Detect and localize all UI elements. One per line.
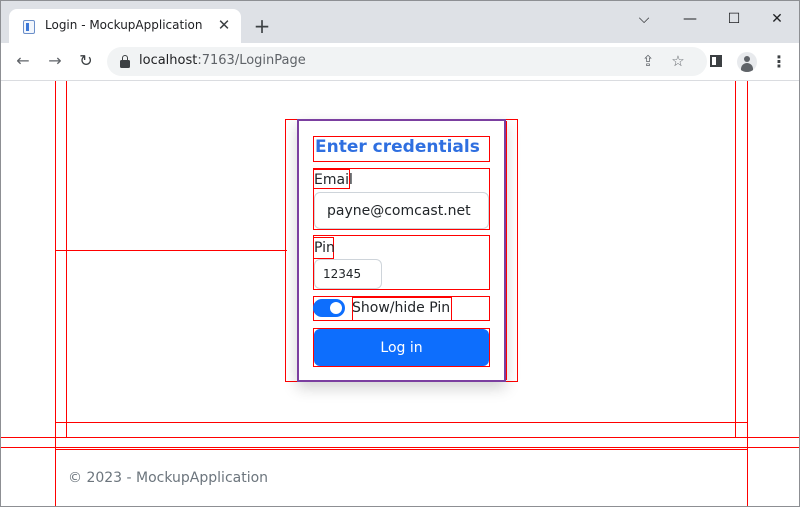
tab-title: Login - MockupApplication (45, 18, 203, 32)
address-bar[interactable]: localhost:7163/LoginPage ⇪ ☆ (107, 47, 707, 76)
close-window-button[interactable]: ✕ (762, 7, 792, 31)
profile-avatar-icon[interactable] (737, 52, 757, 72)
new-tab-button[interactable]: + (252, 16, 272, 36)
browser-tab-login[interactable]: Login - MockupApplication ✕ (9, 9, 241, 43)
menu-kebab-icon[interactable]: ⋮ (771, 51, 787, 73)
reload-icon[interactable]: ↻ (75, 50, 97, 72)
side-panel-icon[interactable] (710, 55, 722, 67)
layout-outline (66, 81, 67, 437)
page-favicon-icon (23, 20, 35, 34)
login-heading: Enter credentials (315, 137, 480, 157)
minimize-window-button[interactable]: — (675, 7, 705, 31)
tab-search-dropdown-icon[interactable]: ⌵ (629, 7, 659, 31)
layout-outline (55, 81, 56, 506)
footer-copyright: © 2023 - MockupApplication (68, 470, 269, 486)
show-pin-label[interactable]: Show/hide Pin (352, 300, 450, 316)
layout-outline (313, 328, 490, 367)
layout-outline (1, 437, 799, 438)
pin-label: Pin (314, 240, 335, 256)
lock-icon[interactable] (120, 55, 130, 68)
layout-outline (517, 119, 518, 382)
email-label: Email (314, 172, 353, 188)
restore-window-button[interactable]: ☐ (719, 7, 749, 31)
share-icon[interactable]: ⇪ (637, 50, 659, 72)
layout-outline (506, 121, 507, 380)
layout-outline (55, 449, 748, 450)
layout-outline (55, 250, 287, 251)
page-content: Enter credentials Email Pin Show/hide Pi… (1, 81, 799, 506)
tab-strip: Login - MockupApplication ✕ + ⌵ — ☐ ✕ (1, 1, 799, 43)
tab-close-icon[interactable]: ✕ (216, 17, 232, 33)
toggle-knob (330, 302, 342, 314)
show-pin-toggle[interactable] (313, 299, 345, 317)
browser-toolbar: ← → ↻ localhost:7163/LoginPage ⇪ ☆ ⋮ (1, 43, 799, 81)
layout-outline (747, 81, 748, 506)
layout-outline (1, 447, 799, 448)
browser-window: Login - MockupApplication ✕ + ⌵ — ☐ ✕ ← … (0, 0, 800, 507)
pin-field[interactable] (314, 259, 382, 289)
layout-outline (55, 422, 748, 423)
layout-outline (285, 119, 286, 382)
back-arrow-icon[interactable]: ← (12, 50, 34, 72)
url-text[interactable]: localhost:7163/LoginPage (139, 53, 306, 68)
forward-arrow-icon[interactable]: → (44, 50, 66, 72)
bookmark-star-icon[interactable]: ☆ (667, 50, 689, 72)
layout-outline (735, 81, 736, 437)
email-field[interactable] (314, 192, 489, 229)
